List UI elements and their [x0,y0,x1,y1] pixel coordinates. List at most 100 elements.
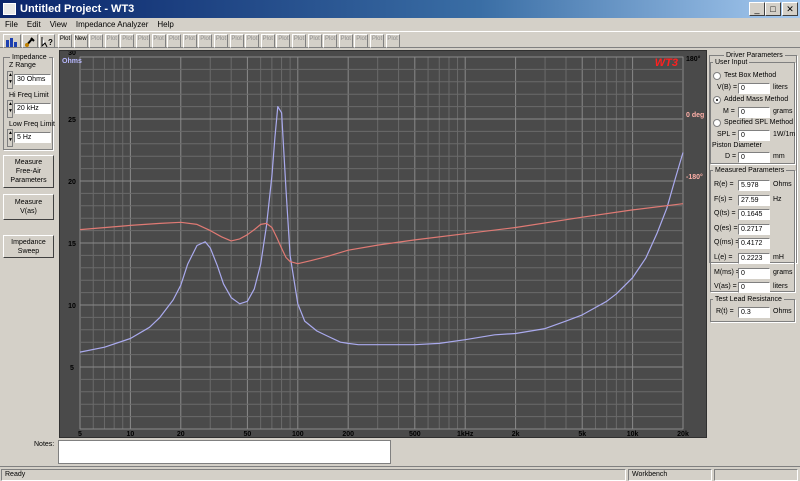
menu-file[interactable]: File [0,18,22,31]
y-max-label: 30 [68,51,76,57]
plot-slot-button[interactable]: Plot [354,34,369,48]
measured-parameters-title: Measured Parameters [713,166,787,175]
z-range-label: Z Range [9,62,36,69]
param-value[interactable]: 5.978 [738,180,770,191]
chart-svg: 5 10 20 50 100 200 500 1kHz 2k 5k 10k 20k 25 20 15 10 5 3… [62,50,704,438]
plot-slot-label: Plot [278,36,289,42]
plot-slot-label: Plot [106,36,117,42]
test-lead-title: Test Lead Resistance [713,295,784,304]
minimize-button[interactable]: _ [749,2,765,16]
plot-slot-button[interactable]: Plot [370,34,384,48]
param-value[interactable]: 0.1645 [738,209,770,221]
param-value[interactable]: 27.59 [738,194,770,206]
plot-slot-button[interactable]: Plot [58,34,72,48]
hi-freq-spinner[interactable]: ▲ ▼ [7,100,13,118]
x-tick-label: 1kHz [457,431,474,437]
measure-vas-button[interactable]: Measure V(as) [3,194,54,220]
plot-slot-label: Plot [387,36,398,42]
rt-field[interactable]: 0.3 [738,307,770,318]
plot-slot-button[interactable]: Plot [245,34,260,48]
status-pane-empty [714,469,798,481]
rt-label: R(t) = [716,308,734,315]
low-freq-spinner[interactable]: ▲ ▼ [7,129,13,147]
measure-free-air-button[interactable]: Measure Free-Air Parameters [3,155,54,188]
plot-slot-button[interactable]: Plot [104,34,119,48]
title-bar: Untitled Project - WT3 [0,0,800,18]
plot-slot-label: Plot [371,36,383,42]
app-icon[interactable] [3,3,16,15]
param-value[interactable]: 0.2717 [738,223,770,235]
menu-impedance-analyzer[interactable]: Impedance Analyzer [71,18,153,31]
z-range-spinner[interactable]: ▲ ▼ [7,71,13,89]
plot-slot-button[interactable]: Plot [167,34,182,48]
spl-unit: 1W/1m [773,131,796,138]
plot-slot-button[interactable]: Plot [307,34,322,48]
tools-button[interactable] [22,34,38,48]
plot-slot-button[interactable]: Plot [120,34,135,48]
new-plot-button[interactable]: New [73,34,88,48]
plot-slot-button[interactable]: Plot [385,34,400,48]
vb-unit: liters [773,84,788,91]
m-unit: grams [773,108,793,115]
impedance-sweep-button[interactable]: Impedance Sweep [3,235,54,258]
plot-slot-button[interactable]: Plot [89,34,104,48]
x-tick-label: 5k [578,431,586,437]
test-box-radio[interactable] [713,72,721,80]
plot-slot-button[interactable]: Plot [136,34,150,48]
plot-slot-label: Plot [231,36,242,42]
vb-field[interactable]: 0 [738,83,770,94]
param-value[interactable]: 0 [738,267,770,279]
impedance-chart[interactable]: 5 10 20 50 100 200 500 1kHz 2k 5k 10k 20k 25 20 15 10 5 3… [59,50,707,438]
svg-text:?: ? [48,38,53,47]
menu-view[interactable]: View [45,18,71,31]
plot-slot-button[interactable]: Plot [260,34,275,48]
tools-icon [25,37,35,47]
plot-slot-button[interactable]: Plot [182,34,197,48]
plot-slot-button[interactable]: Plot [276,34,291,48]
plot-slot-label: Plot [262,36,273,42]
menu-bar: File Edit View Impedance Analyzer Help [0,18,800,31]
param-value[interactable]: 0.2223 [738,253,770,264]
notes-textarea[interactable] [58,440,391,464]
menu-help[interactable]: Help [152,18,177,31]
status-workbench: Workbench [628,469,712,481]
chart-tool-button[interactable] [3,34,21,48]
m-field[interactable]: 0 [738,107,770,118]
added-mass-radio[interactable] [713,96,721,104]
context-help-button[interactable]: ? [39,34,55,48]
x-tick-label: 100 [292,431,304,437]
param-label: Q(ts) = [714,210,736,218]
plot-slot-button[interactable]: Plot [151,34,166,48]
param-label: L(e) = [714,254,733,261]
specified-spl-label: Specified SPL Method [724,119,794,126]
param-value[interactable]: 0 [738,282,770,294]
close-button[interactable]: ✕ [782,2,798,16]
bar-chart-icon [6,38,17,47]
toolbar: ? Plot New Plot Plot Plot Plot Plot Plot Plot Plo… [0,31,800,48]
y-tick-label: 20 [68,179,76,186]
d-unit: mm [773,153,785,160]
plot-slot-button[interactable]: Plot [214,34,228,48]
plot-slot-button[interactable]: Plot [229,34,244,48]
low-freq-value[interactable]: 5 Hz [14,132,51,143]
plot-slot-label: Plot [169,36,180,42]
specified-spl-radio[interactable] [713,119,721,127]
plot-slot-button[interactable]: Plot [198,34,213,48]
plot-slot-button[interactable]: Plot [338,34,353,48]
x-tick-label: 20k [677,431,689,437]
maximize-button[interactable]: □ [765,2,781,16]
wt3-badge: WT3 [655,57,678,69]
hi-freq-value[interactable]: 20 kHz [14,103,51,114]
x-tick-label: 10 [126,431,134,437]
plot-slot-button[interactable]: Plot [323,34,338,48]
param-label: Q(es) = [714,224,738,232]
param-value[interactable]: 0.4172 [738,238,770,250]
d-field[interactable]: 0 [738,152,770,163]
x-tick-label: 20 [177,431,185,437]
param-unit: Ohms [773,181,792,188]
y-tick-label: 15 [68,241,76,248]
menu-edit[interactable]: Edit [22,18,45,31]
spl-field[interactable]: 0 [738,130,770,141]
z-range-value[interactable]: 30 Ohms [14,74,51,85]
plot-slot-button[interactable]: Plot [292,34,306,48]
